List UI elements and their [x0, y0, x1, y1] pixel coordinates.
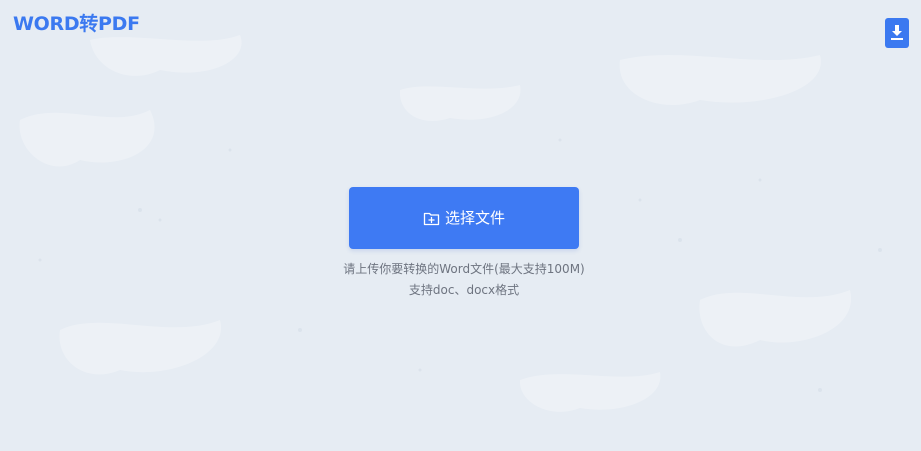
select-file-label: 选择文件 — [444, 209, 505, 227]
select-file-button[interactable]: 选择文件 — [349, 187, 579, 249]
download-icon — [891, 25, 903, 40]
upload-hint: 请上传你要转换的Word文件(最大支持100M) — [343, 262, 585, 276]
download-button[interactable] — [885, 18, 909, 48]
app-title: WORD转PDF — [13, 13, 140, 35]
folder-add-icon — [423, 211, 440, 226]
format-hint: 支持doc、docx格式 — [408, 283, 520, 297]
